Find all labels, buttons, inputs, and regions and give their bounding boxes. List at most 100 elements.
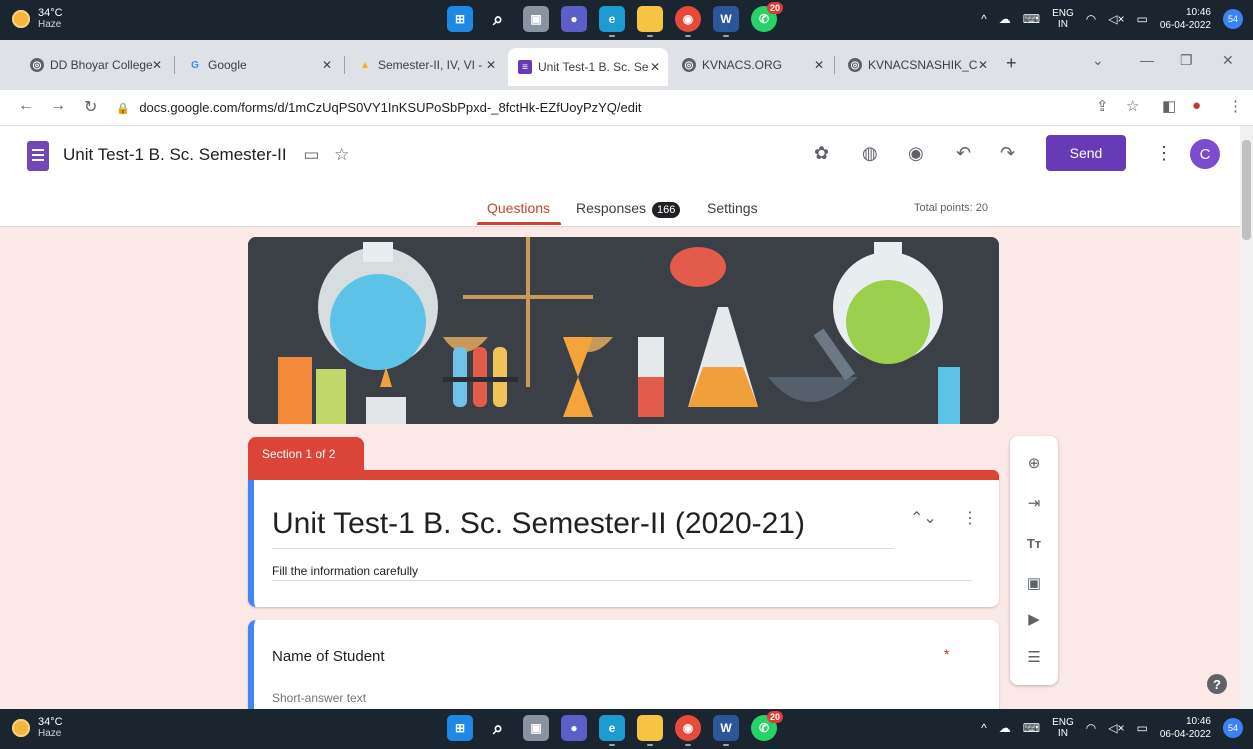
forms-logo-icon[interactable] — [27, 141, 49, 171]
clock[interactable]: 10:46 06-04-2022 — [1160, 6, 1211, 32]
page-scrollbar[interactable] — [1240, 126, 1253, 709]
notification-count[interactable]: 54 — [1223, 9, 1243, 29]
wifi-icon[interactable]: ◠ — [1086, 12, 1096, 26]
question-label[interactable]: Name of Student — [272, 648, 385, 665]
edge-icon[interactable]: e — [599, 6, 625, 37]
weather-widget[interactable]: 34°C Haze — [12, 7, 63, 31]
profile-icon[interactable]: ● — [1192, 97, 1201, 114]
add-section-icon[interactable]: ☰ — [1023, 646, 1045, 668]
back-icon[interactable]: ← — [18, 97, 34, 115]
send-button[interactable]: Send — [1046, 135, 1126, 171]
scroll-thumb[interactable] — [1242, 140, 1251, 240]
keyboard-icon[interactable]: ⌨ — [1023, 721, 1040, 735]
add-video-icon[interactable]: ▶ — [1023, 608, 1045, 630]
help-icon[interactable]: ? — [1207, 674, 1227, 694]
clock[interactable]: 10:46 06-04-2022 — [1160, 715, 1211, 741]
menu-dots-icon[interactable]: ⋮ — [1228, 97, 1243, 115]
collapse-icon[interactable]: ⌃⌄ — [910, 508, 937, 528]
windows-start-icon[interactable]: ⊞ — [447, 715, 473, 741]
tab-responses[interactable]: Responses 166 — [576, 200, 681, 218]
keyboard-icon[interactable]: ⌨ — [1023, 12, 1040, 26]
task-view-icon[interactable]: ▣ — [523, 715, 549, 741]
wifi-icon[interactable]: ◠ — [1086, 721, 1096, 735]
chevron-up-icon[interactable]: ^ — [981, 721, 987, 735]
battery-icon[interactable]: ▭ — [1137, 721, 1148, 735]
word-icon[interactable]: W — [713, 6, 739, 37]
section-more-icon[interactable]: ⋮ — [962, 508, 978, 528]
word-icon[interactable]: W — [713, 715, 739, 746]
star-icon[interactable]: ☆ — [334, 145, 349, 164]
tab-kvnacs[interactable]: ◎ KVNACS.ORG ✕ — [672, 48, 832, 82]
folder-icon[interactable]: ▭ — [303, 145, 319, 164]
share-icon[interactable]: ⇪ — [1096, 97, 1109, 115]
task-view-icon[interactable]: ▣ — [523, 6, 549, 32]
undo-icon[interactable]: ↶ — [956, 143, 971, 164]
chrome-icon[interactable]: ◉ — [675, 6, 701, 37]
restore-icon[interactable]: ❐ — [1180, 52, 1193, 69]
close-icon[interactable]: ✕ — [152, 58, 162, 72]
sidepanel-icon[interactable]: ◧ — [1162, 97, 1176, 115]
forms-header: Unit Test-1 B. Sc. Semester-II ▭ ☆ ✿ ◍ ◉… — [0, 126, 1240, 227]
tab-unit-test[interactable]: ≡ Unit Test-1 B. Sc. Se ✕ — [508, 48, 668, 86]
notification-count[interactable]: 54 — [1223, 718, 1243, 738]
search-icon[interactable]: ⌕ — [485, 715, 511, 741]
file-explorer-icon[interactable] — [637, 715, 663, 746]
battery-icon[interactable]: ▭ — [1137, 12, 1148, 26]
cloud-icon[interactable]: ☁ — [999, 721, 1011, 735]
language-indicator[interactable]: ENG IN — [1052, 717, 1074, 739]
close-icon[interactable]: ✕ — [814, 58, 824, 72]
addons-icon[interactable]: ✿ — [814, 143, 829, 164]
chrome-icon[interactable]: ◉ — [675, 715, 701, 746]
teams-chat-icon[interactable]: ● — [561, 715, 587, 741]
tab-settings[interactable]: Settings — [707, 200, 758, 216]
tab-semester[interactable]: ▲ Semester-II, IV, VI - ✕ — [348, 48, 504, 82]
cloud-icon[interactable]: ☁ — [999, 12, 1011, 26]
tab-questions[interactable]: Questions — [487, 200, 550, 216]
system-tray: ^ ☁ ⌨ ENG IN ◠ ◁× ▭ 10:46 06-04-2022 54 — [981, 6, 1243, 32]
teams-chat-icon[interactable]: ● — [561, 6, 587, 32]
edge-icon[interactable]: e — [599, 715, 625, 746]
url-field[interactable]: 🔒 docs.google.com/forms/d/1mCzUqPS0VY1In… — [116, 100, 642, 115]
tab-google[interactable]: G Google ✕ — [178, 48, 340, 82]
search-icon[interactable]: ⌕ — [485, 6, 511, 32]
star-icon[interactable]: ☆ — [1126, 97, 1139, 115]
new-tab-button[interactable]: + — [1006, 53, 1017, 74]
tab-search-icon[interactable]: ⌄ — [1092, 52, 1104, 69]
volume-muted-icon[interactable]: ◁× — [1108, 721, 1124, 735]
form-description[interactable]: Fill the information carefully — [272, 564, 418, 578]
temperature: 34°C — [38, 7, 63, 19]
close-icon[interactable]: ✕ — [650, 60, 660, 74]
redo-icon[interactable]: ↷ — [1000, 143, 1015, 164]
palette-icon[interactable]: ◍ — [862, 143, 878, 164]
system-tray: ^ ☁ ⌨ ENG IN ◠ ◁× ▭ 10:46 06-04-2022 54 — [981, 715, 1243, 741]
import-questions-icon[interactable]: ⇥ — [1023, 492, 1045, 514]
add-title-icon[interactable]: Tт — [1023, 532, 1045, 554]
whatsapp-icon[interactable]: ✆ 20 — [751, 711, 783, 741]
tab-kvnacsnashik[interactable]: ◎ KVNACSNASHIK_C ✕ — [838, 48, 996, 82]
chevron-up-icon[interactable]: ^ — [981, 12, 987, 26]
volume-muted-icon[interactable]: ◁× — [1108, 12, 1124, 26]
taskbar-apps: ⊞ ⌕ ▣ ● e ◉ W ✆ 20 — [447, 2, 783, 37]
avatar[interactable]: C — [1190, 139, 1220, 169]
minimize-icon[interactable]: — — [1140, 52, 1154, 68]
whatsapp-icon[interactable]: ✆ 20 — [751, 2, 783, 32]
windows-start-icon[interactable]: ⊞ — [447, 6, 473, 32]
forward-icon[interactable]: → — [50, 97, 66, 115]
close-icon[interactable]: ✕ — [322, 58, 332, 72]
weather-widget[interactable]: 34°C Haze — [12, 716, 63, 740]
window-close-icon[interactable]: ✕ — [1222, 52, 1234, 69]
close-icon[interactable]: ✕ — [486, 58, 496, 72]
preview-eye-icon[interactable]: ◉ — [908, 143, 924, 164]
file-explorer-icon[interactable] — [637, 6, 663, 37]
more-options-icon[interactable]: ⋮ — [1155, 143, 1173, 164]
close-icon[interactable]: ✕ — [978, 58, 988, 72]
add-question-icon[interactable]: ⊕ — [1023, 452, 1045, 474]
question-card[interactable]: Name of Student * Short-answer text — [248, 620, 999, 710]
reload-icon[interactable]: ↻ — [84, 97, 97, 117]
form-title[interactable]: Unit Test-1 B. Sc. Semester-II (2020-21) — [272, 507, 805, 541]
tab-dd-bhoyar[interactable]: ◎ DD Bhoyar College ✕ — [20, 48, 170, 82]
document-title[interactable]: Unit Test-1 B. Sc. Semester-II ▭ ☆ — [63, 145, 349, 165]
language-indicator[interactable]: ENG IN — [1052, 8, 1074, 30]
form-title-card[interactable]: Unit Test-1 B. Sc. Semester-II (2020-21)… — [248, 480, 999, 607]
add-image-icon[interactable]: ▣ — [1023, 572, 1045, 594]
